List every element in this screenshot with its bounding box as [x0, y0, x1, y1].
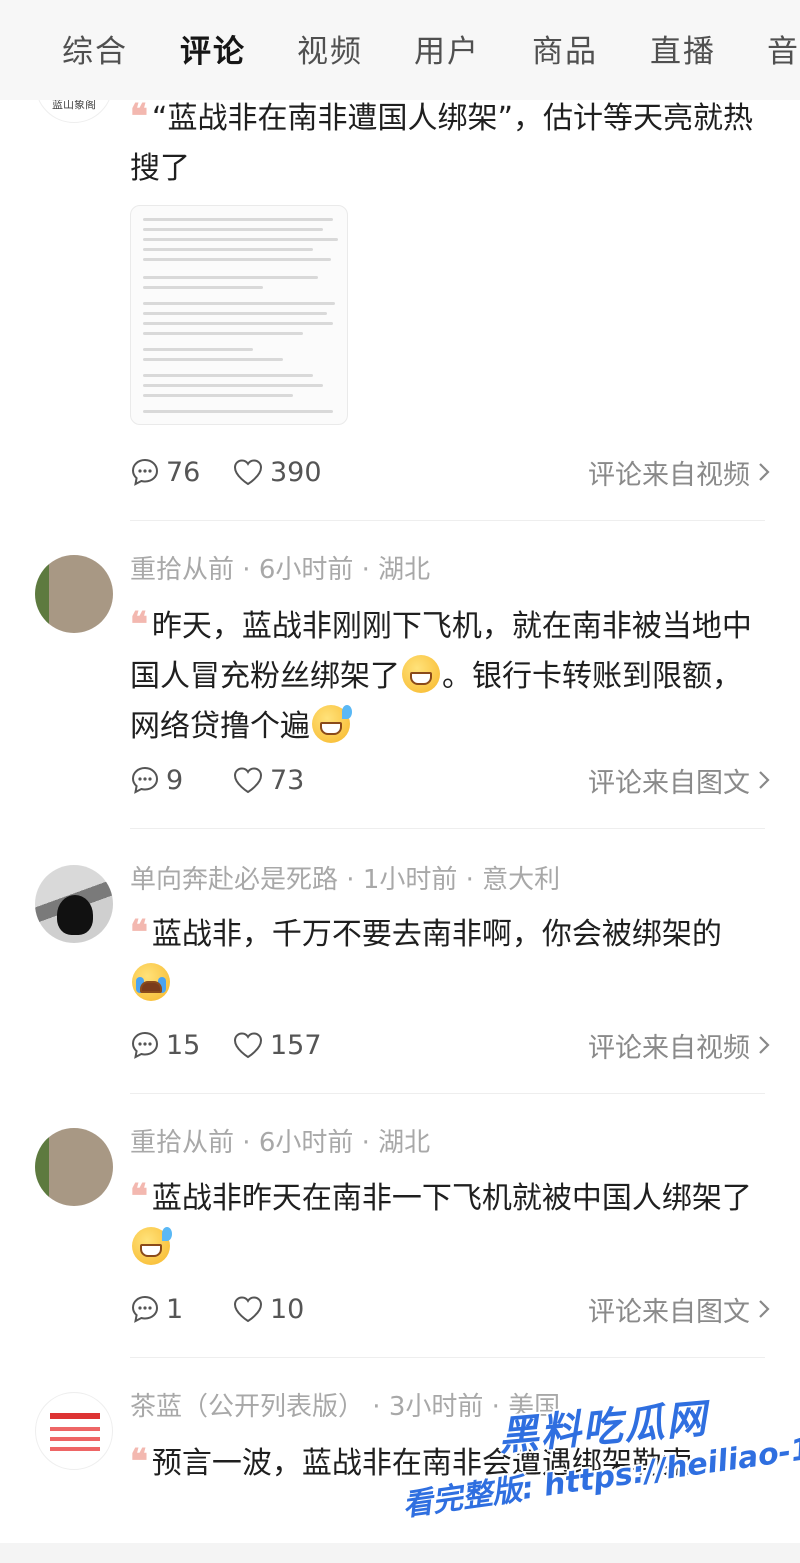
crying-emoji-icon	[132, 963, 170, 1001]
comment-source-link[interactable]: 评论来自图文	[588, 760, 770, 800]
reply-button[interactable]: 15	[130, 1025, 200, 1065]
search-tab-bar: 综合 评论 视频 用户 商品 直播 音乐	[0, 0, 800, 100]
avatar[interactable]	[35, 865, 113, 943]
sweat-smile-emoji-icon	[312, 705, 352, 743]
heart-icon	[233, 1032, 263, 1059]
timestamp: 1小时前	[362, 865, 458, 895]
username[interactable]: 重拾从前	[130, 555, 234, 585]
reply-count: 76	[166, 456, 201, 488]
reply-count: 9	[166, 764, 184, 796]
like-button[interactable]: 390	[232, 452, 322, 492]
reply-bubble-icon	[131, 1031, 159, 1059]
reply-count: 15	[166, 1029, 201, 1061]
like-button[interactable]: 73	[232, 760, 304, 800]
comment-text: ❛❛ 蓝战非昨天在南非一下飞机就被中国人绑架了	[130, 1172, 760, 1274]
bottom-strip	[0, 1543, 800, 1563]
reply-bubble-icon	[131, 766, 159, 794]
divider	[130, 828, 765, 829]
comment-source-link[interactable]: 评论来自视频	[588, 452, 770, 492]
tab-video[interactable]: 视频	[297, 28, 363, 76]
reply-bubble-icon	[131, 1295, 159, 1323]
timestamp: 3小时前	[388, 1392, 484, 1422]
quote-icon: ❛❛	[130, 1442, 148, 1482]
reply-button[interactable]: 9	[130, 760, 183, 800]
location: 湖北	[378, 555, 431, 585]
timestamp: 6小时前	[258, 1128, 354, 1158]
tab-live[interactable]: 直播	[650, 28, 716, 76]
username[interactable]: 茶蓝（公开列表版）	[130, 1392, 364, 1422]
comment-actions: 9 73 评论来自图文	[130, 760, 770, 800]
sweat-smile-emoji-icon	[132, 1227, 172, 1265]
comment-text: ❛❛ 蓝战非，千万不要去南非啊，你会被绑架的	[130, 908, 760, 1010]
chevron-right-icon	[759, 463, 770, 481]
quote-icon: ❛❛	[130, 913, 148, 953]
tab-music[interactable]: 音乐	[767, 28, 800, 76]
reply-button[interactable]: 1	[130, 1289, 183, 1329]
quote-icon: ❛❛	[130, 605, 148, 645]
reply-count: 1	[166, 1293, 184, 1325]
heart-icon	[233, 459, 263, 486]
location: 意大利	[482, 865, 561, 895]
heart-icon	[233, 767, 263, 794]
quote-icon: ❛❛	[130, 97, 148, 137]
reply-button[interactable]: 76	[130, 452, 200, 492]
like-count: 73	[270, 764, 305, 796]
comment-meta: 重拾从前 · 6小时前 · 湖北	[130, 1128, 431, 1158]
timestamp: 6小时前	[258, 555, 354, 585]
comment-actions: 15 157 评论来自视频	[130, 1025, 770, 1065]
comment-source-link[interactable]: 评论来自视频	[588, 1025, 770, 1065]
username[interactable]: 单向奔赴必是死路	[130, 865, 338, 895]
quote-icon: ❛❛	[130, 1177, 148, 1217]
location: 湖北	[378, 1128, 431, 1158]
comment-meta: 重拾从前 · 6小时前 · 湖北	[130, 555, 431, 585]
tab-users[interactable]: 用户	[414, 28, 480, 76]
comment-actions: 1 10 评论来自图文	[130, 1289, 770, 1329]
like-count: 390	[270, 456, 322, 488]
like-count: 157	[270, 1029, 322, 1061]
divider	[130, 1357, 765, 1358]
comment-source-link[interactable]: 评论来自图文	[588, 1289, 770, 1329]
comment-text: ❛❛ “蓝战非在南非遭国人绑架”，估计等天亮就热搜了	[130, 97, 754, 186]
tab-comments[interactable]: 评论	[180, 28, 246, 76]
chevron-right-icon	[759, 771, 770, 789]
avatar[interactable]	[35, 1392, 113, 1470]
reply-bubble-icon	[131, 458, 159, 486]
divider	[130, 1093, 765, 1094]
comment-actions: 76 390 评论来自视频	[130, 452, 770, 492]
grin-emoji-icon	[402, 655, 440, 693]
avatar[interactable]	[35, 555, 113, 633]
comment-text: ❛❛ 昨天，蓝战非刚刚下飞机，就在南非被当地中国人冒充粉丝绑架了 。银行卡转账到限额…	[130, 605, 752, 744]
chevron-right-icon	[759, 1300, 770, 1318]
tab-综合[interactable]: 综合	[62, 28, 128, 76]
avatar[interactable]	[35, 1128, 113, 1206]
chevron-right-icon	[759, 1036, 770, 1054]
like-count: 10	[270, 1293, 305, 1325]
like-button[interactable]: 10	[232, 1289, 304, 1329]
comment-meta: 单向奔赴必是死路 · 1小时前 · 意大利	[130, 865, 561, 895]
tab-products[interactable]: 商品	[532, 28, 598, 76]
comment-image-thumbnail[interactable]	[130, 205, 348, 425]
divider	[130, 520, 765, 521]
heart-icon	[233, 1296, 263, 1323]
like-button[interactable]: 157	[232, 1025, 322, 1065]
username[interactable]: 重拾从前	[130, 1128, 234, 1158]
